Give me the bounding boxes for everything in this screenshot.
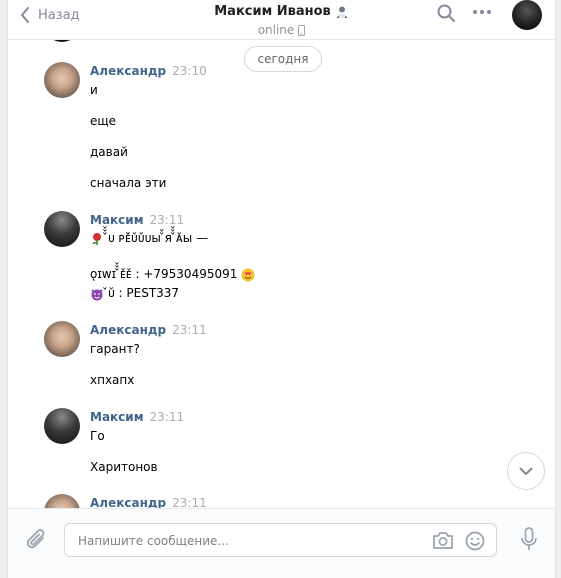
date-divider: сегодня bbox=[244, 46, 322, 72]
author-name[interactable]: Александр bbox=[90, 323, 166, 337]
message-time: 23:11 bbox=[149, 410, 185, 424]
user-emoji-icon bbox=[336, 6, 348, 18]
chat-title-block[interactable]: Максим Иванов online bbox=[8, 0, 555, 38]
message-header: Максим 23:11 bbox=[90, 213, 184, 227]
message-text: Харитонов bbox=[90, 460, 158, 474]
message-time: 23:11 bbox=[149, 213, 185, 227]
contact-name: Максим Иванов bbox=[214, 4, 349, 19]
rose-icon bbox=[92, 232, 101, 245]
message-text-line: ǫɪᴡɪ ̌̌̌ᴇ̌ᴇ̌ : +79530495091 bbox=[90, 267, 255, 282]
message-text: Го bbox=[90, 429, 105, 443]
message-header: Максим 23:11 bbox=[90, 410, 184, 424]
author-name[interactable]: Александр bbox=[90, 64, 166, 78]
more-horizontal-icon[interactable] bbox=[472, 9, 492, 15]
author-name[interactable]: Максим bbox=[90, 213, 144, 227]
message-text: и bbox=[90, 83, 98, 97]
message-text: сначала эти bbox=[90, 176, 167, 190]
message-text: еще bbox=[90, 114, 117, 128]
mobile-icon bbox=[298, 24, 306, 36]
avatar[interactable] bbox=[44, 408, 80, 444]
chat-header: Назад Максим Иванов online bbox=[8, 0, 555, 40]
message-header: Александр 23:10 bbox=[90, 64, 207, 78]
avatar[interactable] bbox=[44, 211, 80, 247]
message-text: гарант? bbox=[90, 342, 140, 356]
message-time: 23:10 bbox=[172, 64, 207, 78]
avatar[interactable] bbox=[44, 321, 80, 357]
chat-panel: Назад Максим Иванов online сегодня Алекс… bbox=[7, 0, 556, 578]
author-name[interactable]: Максим bbox=[90, 410, 144, 424]
message-header: Александр 23:11 bbox=[90, 323, 207, 337]
contact-avatar[interactable] bbox=[512, 0, 542, 30]
chevron-down-icon bbox=[519, 467, 533, 475]
message-time: 23:11 bbox=[172, 323, 207, 337]
input-placeholder: Напишите сообщение... bbox=[78, 534, 229, 548]
message-text-line: ̌ᴜ̌ : PEST337 bbox=[90, 286, 179, 301]
search-icon[interactable] bbox=[436, 3, 456, 23]
message-text: давай bbox=[90, 145, 128, 159]
camera-icon[interactable] bbox=[432, 531, 454, 550]
message-composer: Напишите сообщение... bbox=[8, 508, 555, 578]
devil-emoji-icon bbox=[91, 288, 103, 300]
message-text: хпхапх bbox=[90, 373, 135, 387]
message-input[interactable]: Напишите сообщение... bbox=[64, 523, 497, 557]
microphone-icon[interactable] bbox=[520, 527, 538, 553]
avatar[interactable] bbox=[44, 62, 80, 98]
contact-status: online bbox=[258, 23, 306, 37]
smile-icon[interactable] bbox=[465, 531, 485, 551]
paperclip-icon[interactable] bbox=[26, 528, 48, 552]
scroll-down-button[interactable] bbox=[507, 452, 545, 490]
heart-eyes-emoji-icon bbox=[241, 268, 255, 281]
message-text-line: ̌̌̌ᴜ ᴘᴇ̌̌ᴜ̌ᴜ̌ᴜы ̌̌я ̌̌̌ᴀ̌ы — bbox=[90, 231, 208, 246]
